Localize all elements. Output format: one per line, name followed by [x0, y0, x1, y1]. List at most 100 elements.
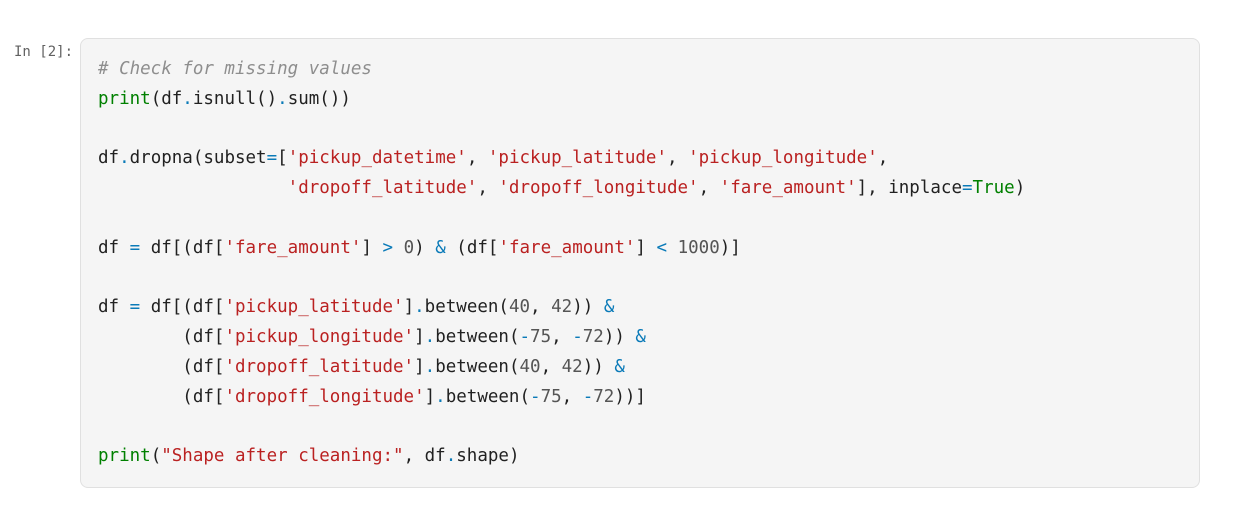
code-token-punct: ,: [877, 148, 889, 169]
code-token-string: 'fare_amount': [719, 178, 857, 199]
code-token-punct: df[(df[: [140, 297, 225, 318]
code-token-op: .: [424, 327, 436, 348]
code-token-builtin: print: [98, 88, 151, 109]
code-token-punct: ,: [477, 178, 499, 199]
code-token-op: -: [572, 327, 583, 348]
code-token-punct: (df[: [98, 327, 225, 348]
code-token-punct: ,: [561, 386, 583, 407]
code-token-op: =: [266, 148, 278, 169]
code-token-string: 'dropoff_latitude': [287, 178, 478, 199]
code-line: 'dropoff_latitude', 'dropoff_longitude',…: [98, 174, 1188, 204]
code-line: ​: [98, 204, 1188, 234]
code-token-op: &: [614, 356, 625, 377]
code-token-number: 75: [540, 386, 562, 407]
code-token-punct: ]: [635, 237, 657, 258]
code-line: (df['dropoff_longitude'].between(-75, -7…: [98, 383, 1188, 413]
code-token-op: .: [182, 88, 193, 109]
code-token-punct: ]: [424, 386, 436, 407]
code-token-number: 72: [582, 327, 604, 348]
code-token-op: <: [656, 237, 668, 258]
code-token-name: shape): [456, 446, 520, 467]
code-token-punct: [: [277, 148, 288, 169]
code-token-op: .: [435, 386, 446, 407]
code-token-punct: ): [1014, 178, 1026, 199]
code-line: df.dropna(subset=['pickup_datetime', 'pi…: [98, 144, 1188, 174]
code-token-name: sum()): [287, 88, 351, 109]
code-token-name: between(: [424, 297, 509, 318]
code-token-op: &: [635, 327, 646, 348]
code-token-op: -: [530, 386, 541, 407]
code-token-number: 0: [403, 237, 415, 258]
code-line: (df['pickup_longitude'].between(-75, -72…: [98, 323, 1188, 353]
code-token-number: 42: [561, 356, 583, 377]
code-token-number: 75: [530, 327, 552, 348]
code-token-string: 'dropoff_longitude': [224, 386, 425, 407]
code-token-op: =: [961, 178, 973, 199]
code-token-string: 'pickup_longitude': [224, 327, 415, 348]
code-token-name: df: [98, 148, 120, 169]
code-token-punct: ]: [361, 237, 383, 258]
code-token-punct: (df[: [445, 237, 499, 258]
code-token-keyword: True: [972, 178, 1015, 199]
code-token-punct: ]: [414, 327, 425, 348]
code-token-punct: df[(df[: [140, 237, 225, 258]
code-token-punct: ): [414, 237, 436, 258]
code-token-punct: )): [603, 327, 636, 348]
code-token-string: 'pickup_latitude': [224, 297, 404, 318]
code-token-name: dropna(subset: [129, 148, 267, 169]
code-token-number: 40: [519, 356, 541, 377]
code-token-string: 'pickup_latitude': [487, 148, 668, 169]
code-token-op: =: [129, 297, 141, 318]
code-token-punct: ]: [403, 297, 415, 318]
code-token-string: 'pickup_datetime': [287, 148, 467, 169]
code-line: # Check for missing values: [98, 55, 1188, 85]
code-token-punct: ))]: [614, 386, 646, 407]
code-token-op: .: [445, 446, 457, 467]
code-token-punct: ,: [466, 148, 488, 169]
code-line: print(df.isnull().sum()): [98, 85, 1188, 115]
code-editor[interactable]: # Check for missing values print(df.isnul…: [98, 55, 1188, 472]
code-line: print("Shape after cleaning:", df.shape): [98, 442, 1188, 472]
code-token-punct: ,: [698, 178, 720, 199]
code-token-string: 'fare_amount': [224, 237, 362, 258]
code-token-op: &: [603, 297, 615, 318]
code-token-op: .: [119, 148, 130, 169]
code-token-op: -: [519, 327, 531, 348]
code-token-punct: ,: [540, 356, 562, 377]
code-token-punct: [98, 178, 288, 198]
code-token-punct: ], inplace: [856, 178, 962, 199]
code-token-name: between(: [435, 327, 520, 348]
code-line: (df['dropoff_latitude'].between(40, 42))…: [98, 353, 1188, 383]
code-token-string: 'fare_amount': [498, 237, 636, 258]
code-token-punct: [393, 238, 404, 258]
code-token-punct: ,: [530, 297, 552, 318]
code-token-number: 40: [508, 297, 531, 318]
code-token-punct: ]: [414, 356, 425, 377]
code-token-op: .: [424, 356, 436, 377]
code-token-op: =: [129, 237, 141, 258]
code-token-op: .: [277, 88, 288, 109]
code-token-comment: # Check for missing values: [98, 59, 372, 79]
code-token-op: .: [414, 297, 425, 318]
code-token-punct: (df: [150, 88, 183, 109]
code-token-punct: [667, 238, 678, 258]
code-token-op: &: [435, 237, 446, 258]
code-token-number: 72: [593, 386, 615, 407]
cell-prompt: In [2]:: [14, 44, 74, 60]
code-token-number: 1000: [677, 237, 720, 258]
code-token-punct: ,: [551, 327, 573, 348]
code-token-string: 'dropoff_latitude': [224, 356, 415, 377]
code-token-punct: )]: [719, 237, 741, 258]
code-token-string: "Shape after cleaning:": [161, 446, 404, 467]
code-token-punct: ,: [667, 148, 689, 169]
code-token-number: 42: [551, 297, 573, 318]
code-token-builtin: print: [98, 446, 151, 467]
code-token-punct: )): [572, 297, 604, 318]
code-token-name: df: [98, 237, 130, 258]
code-token-name: between(: [445, 386, 531, 407]
code-line: ​: [98, 413, 1188, 443]
code-line: ​: [98, 115, 1188, 145]
code-token-name: isnull(): [192, 88, 278, 109]
code-token-op: -: [582, 386, 594, 407]
code-token-punct: (df[: [98, 386, 225, 407]
